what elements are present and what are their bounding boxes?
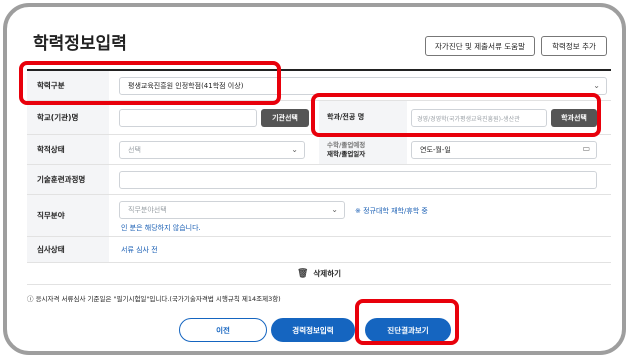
- education-type-value: 평생교육진흥원 인정학점(41학점 이상): [128, 82, 244, 90]
- enroll-date-label: 수학/졸업예정 재학/졸업일자: [319, 135, 407, 164]
- education-type-label: 학력구분: [27, 71, 109, 100]
- footnote: ⓘ 응시자격 서류심사 기준일은 "필기시험일"입니다.(국가기술자격법 시행규…: [27, 295, 281, 303]
- review-status-value: 서류 심사 전: [121, 246, 158, 254]
- review-status-label: 심사상태: [27, 237, 109, 262]
- career-info-button[interactable]: 경력정보입력: [271, 318, 355, 342]
- academic-status-label: 학적상태: [27, 135, 109, 164]
- help-button[interactable]: 자가진단 및 제출서류 도움말: [425, 36, 535, 56]
- job-field-note-2: 인 분은 해당하지 않습니다.: [121, 224, 201, 232]
- department-label: 학과/전공 명: [319, 101, 407, 134]
- job-field-note: ※ 정규대학 재학/휴학 중: [355, 207, 428, 215]
- window-frame: 학력정보입력 자가진단 및 제출서류 도움말 학력정보 추가 학력구분 평생교육…: [3, 3, 626, 355]
- select-institution-button[interactable]: 기관선택: [261, 109, 309, 127]
- select-department-button[interactable]: 학과선택: [551, 109, 597, 127]
- delete-label: 삭제하기: [313, 269, 342, 278]
- academic-status-select[interactable]: 선택 ⌄: [119, 141, 305, 159]
- row-training: 기술훈련과정명: [27, 165, 611, 195]
- delete-button[interactable]: 🗑 삭제하기: [27, 263, 611, 285]
- school-label: 학교(기관)명: [27, 101, 109, 134]
- training-label: 기술훈련과정명: [27, 165, 109, 194]
- row-review-status: 심사상태 서류 심사 전: [27, 237, 611, 263]
- diagnosis-result-button[interactable]: 진단결과보기: [365, 318, 451, 342]
- row-education-type: 학력구분 평생교육진흥원 인정학점(41학점 이상) ⌄: [27, 71, 611, 101]
- job-field-select[interactable]: 직무분야선택 ⌄: [119, 201, 345, 219]
- enroll-date-input[interactable]: 연도-월-일 ▭: [411, 141, 597, 159]
- enroll-date-label-line2: 재학/졸업일자: [327, 149, 366, 158]
- page-title: 학력정보입력: [33, 34, 127, 54]
- row-school: 학교(기관)명 기관선택 학과/전공 명 경영/경영학(국가평생교육진흥원)-생…: [27, 101, 611, 135]
- chevron-down-icon: ⌄: [593, 81, 600, 90]
- add-education-button[interactable]: 학력정보 추가: [541, 36, 607, 56]
- training-input[interactable]: [119, 171, 597, 189]
- chevron-down-icon: ⌄: [291, 145, 298, 154]
- chevron-down-icon: ⌄: [331, 205, 338, 214]
- trash-icon: 🗑: [296, 268, 309, 279]
- prev-button[interactable]: 이전: [179, 318, 267, 342]
- enroll-date-label-line1: 수학/졸업예정: [327, 141, 366, 150]
- department-input[interactable]: 경영/경영학(국가평생교육진흥원)-생산관: [411, 109, 547, 127]
- row-academic-status: 학적상태 선택 ⌄ 수학/졸업예정 재학/졸업일자 연도-월-일 ▭: [27, 135, 611, 165]
- school-input[interactable]: [119, 109, 257, 127]
- row-job-field: 직무분야 직무분야선택 ⌄ ※ 정규대학 재학/휴학 중 인 분은 해당하지 않…: [27, 195, 611, 237]
- job-field-label: 직무분야: [27, 195, 109, 236]
- calendar-icon[interactable]: ▭: [582, 144, 590, 153]
- education-type-select[interactable]: 평생교육진흥원 인정학점(41학점 이상) ⌄: [119, 77, 607, 95]
